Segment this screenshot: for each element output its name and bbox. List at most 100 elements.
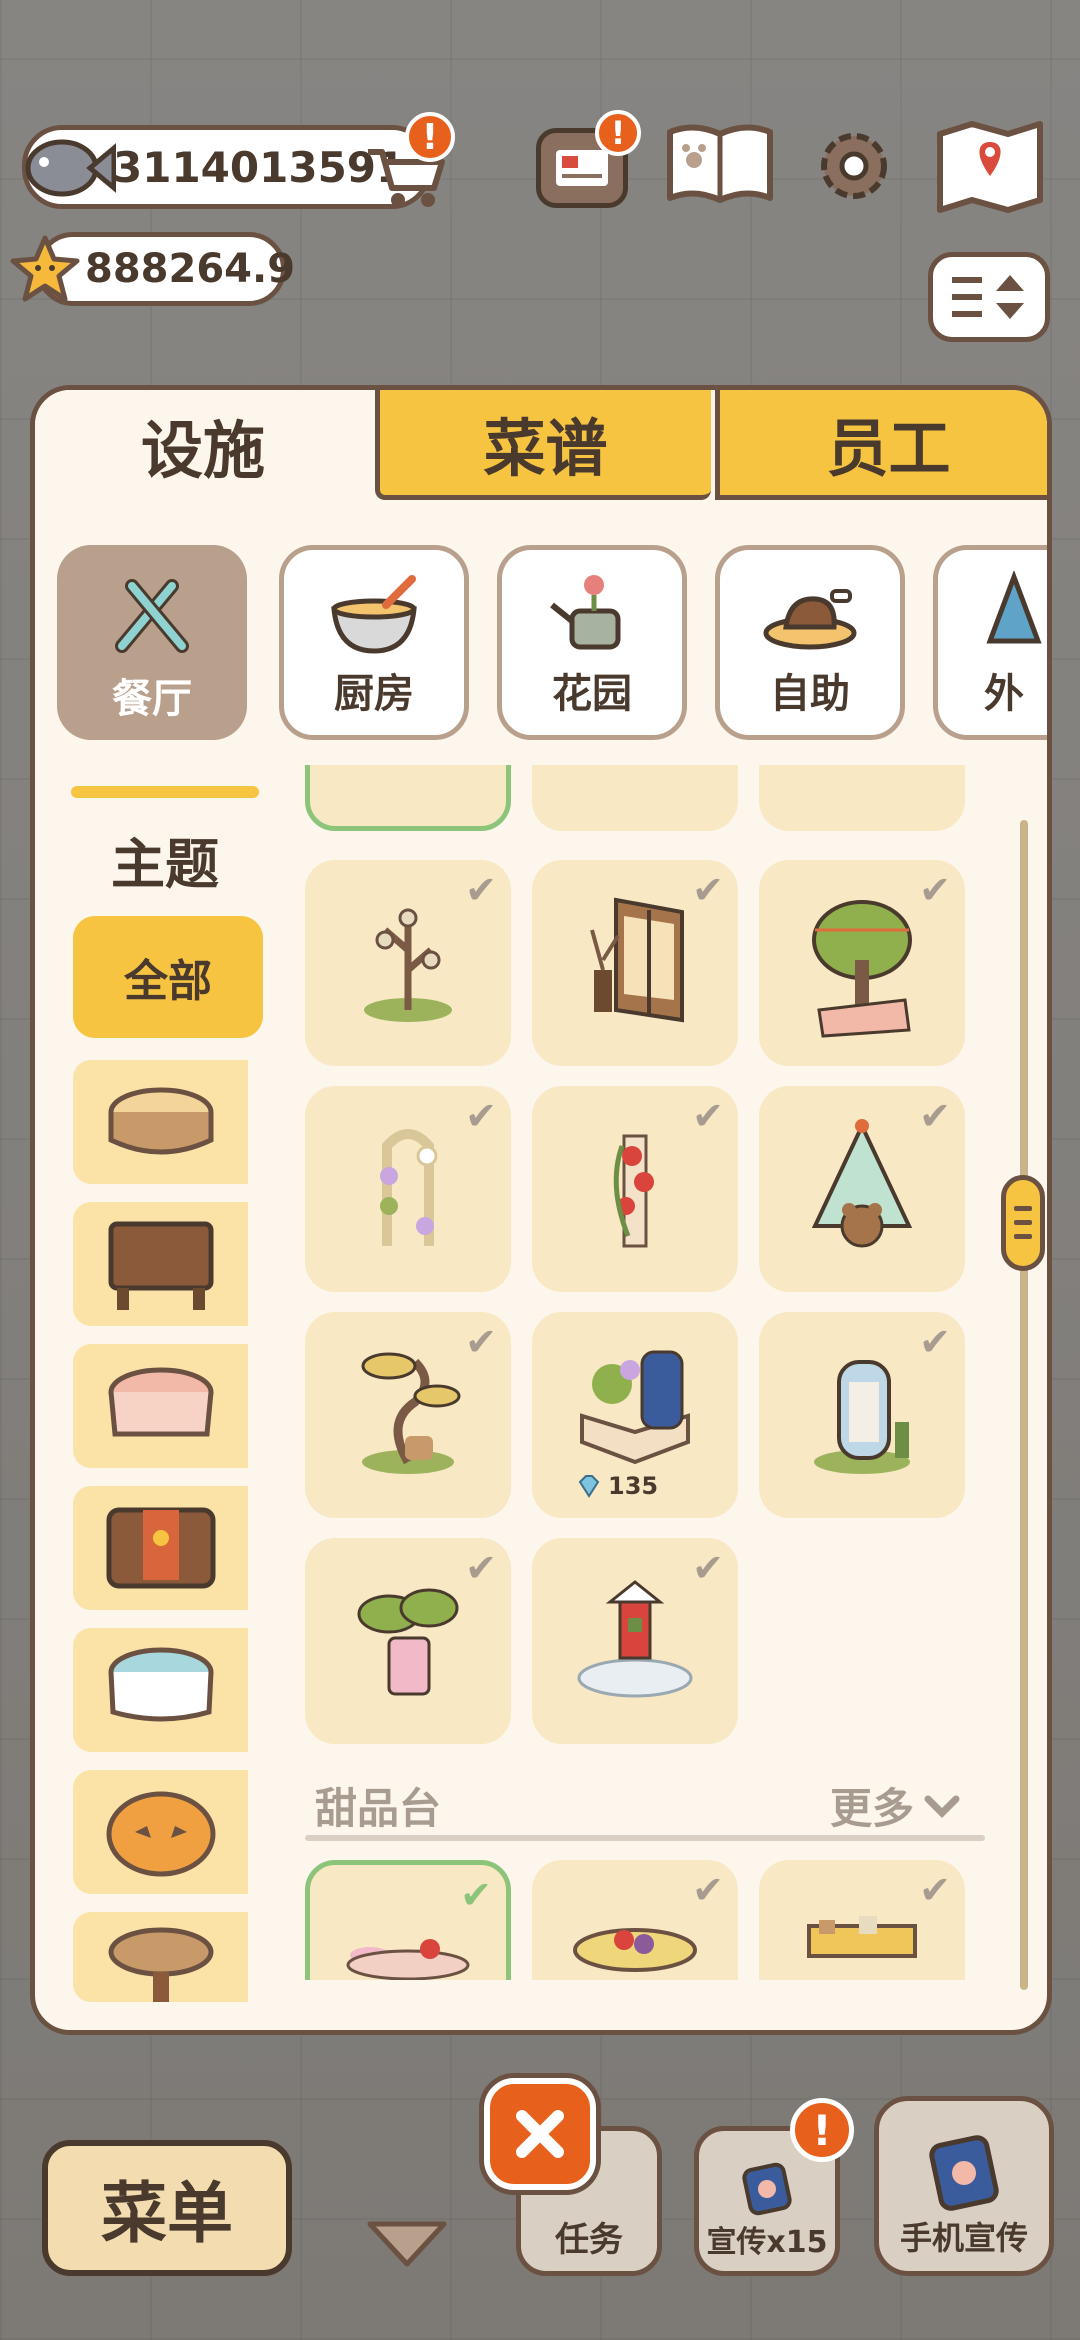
item-card-monstera-pot[interactable]: ✔ — [305, 1538, 511, 1744]
stump-table-icon — [108, 1087, 214, 1155]
selected-check-icon: ✔ — [460, 1873, 492, 1917]
gem-icon — [578, 1475, 600, 1498]
tab-recipes[interactable]: 菜谱 — [375, 390, 711, 500]
category-restaurant[interactable]: 餐厅 — [57, 545, 247, 740]
item-card-snowy-shrine[interactable]: ✔ — [532, 1538, 738, 1744]
item-card-bakery-counter[interactable]: ✔ — [759, 1860, 965, 1980]
category-restaurant-label: 餐厅 — [112, 676, 192, 722]
item-card-bunting-tree[interactable]: ✔ — [759, 860, 965, 1066]
theme-item-round-table[interactable] — [73, 1912, 248, 2002]
item-card-rose-pillar[interactable]: ✔ — [532, 1086, 738, 1292]
close-icon — [516, 2110, 564, 2158]
wooden-table-icon — [108, 1221, 214, 1310]
owned-check-icon: ✔ — [919, 1320, 951, 1364]
handbook-icon[interactable] — [664, 118, 776, 210]
scrollbar-thumb[interactable] — [1001, 1175, 1045, 1271]
sidebar-accent-bar — [71, 786, 259, 798]
item-card-folding-screen[interactable]: ✔ — [532, 860, 738, 1066]
item-card-partial-1[interactable] — [305, 765, 511, 831]
category-buffet[interactable]: 自助 — [715, 545, 905, 740]
category-kitchen-label: 厨房 — [334, 671, 414, 717]
chevron-down-icon — [924, 1795, 960, 1818]
item-card-storybook[interactable]: 135 — [532, 1312, 738, 1518]
phone-promo-button[interactable]: 手机宣传 — [874, 2096, 1054, 2276]
item-card-blue-gate[interactable]: ✔ — [759, 1312, 965, 1518]
task-label: 任务 — [555, 2220, 623, 2260]
owned-check-icon: ✔ — [692, 1546, 724, 1590]
tab-staff[interactable]: 员工 — [715, 390, 1047, 500]
settings-gear-icon[interactable] — [808, 120, 900, 212]
category-garden[interactable]: 花园 — [497, 545, 687, 740]
promo-alert-badge: ! — [790, 2098, 854, 2162]
section-title: 甜品台 — [315, 1784, 442, 1833]
checkered-table-icon — [108, 1367, 214, 1437]
outdoor-decor-icon — [986, 571, 1042, 644]
gem-price: 135 — [576, 1472, 658, 1500]
promo-label: 宣传x15 — [706, 2225, 828, 2260]
menu-button[interactable]: 菜单 — [42, 2140, 292, 2276]
fork-spoon-icon — [115, 579, 189, 653]
fish-icon — [18, 128, 117, 212]
sort-toggle-icon[interactable] — [928, 252, 1050, 342]
gem-price-value: 135 — [608, 1472, 659, 1500]
filter-all-label: 全部 — [124, 956, 212, 1007]
item-card-lantern-tree[interactable]: ✔ — [305, 860, 511, 1066]
theme-item-wood-table[interactable] — [73, 1202, 248, 1326]
owned-check-icon: ✔ — [919, 868, 951, 912]
owned-check-icon: ✔ — [465, 1320, 497, 1364]
theme-item-paw-table[interactable] — [73, 1486, 248, 1610]
promo-card-icon — [742, 2162, 792, 2216]
collapse-arrow-icon[interactable] — [362, 2214, 452, 2278]
tab-staff-label: 员工 — [826, 411, 951, 485]
item-card-partial-3[interactable] — [759, 765, 965, 831]
watering-can-icon — [550, 575, 621, 650]
item-card-fruit-stump[interactable]: ✔ — [532, 1860, 738, 1980]
filter-all-button[interactable]: 全部 — [73, 916, 263, 1038]
item-grid-region: ✔ ✔ ✔ ✔ ✔ ✔ ✔ 135 ✔ ✔ ✔ 甜品台 更多 ✔ ✔ ✔ — [285, 765, 1025, 1980]
paw-tablecloth-icon — [106, 1507, 216, 1589]
category-outside[interactable]: 外 — [933, 545, 1047, 740]
menu-label: 菜单 — [101, 2175, 233, 2252]
owned-check-icon: ✔ — [465, 1094, 497, 1138]
striped-table-icon — [108, 1647, 214, 1722]
owned-check-icon: ✔ — [692, 1868, 724, 1912]
phone-promo-label: 手机宣传 — [899, 2219, 1028, 2257]
item-card-bonsai-pine[interactable]: ✔ — [305, 1312, 511, 1518]
roast-dish-icon — [763, 589, 857, 650]
category-kitchen[interactable]: 厨房 — [279, 545, 469, 740]
close-button[interactable] — [484, 2078, 596, 2190]
owned-check-icon: ✔ — [465, 868, 497, 912]
owned-check-icon: ✔ — [919, 1094, 951, 1138]
theme-item-wood-stump[interactable] — [73, 1060, 248, 1184]
tab-recipes-label: 菜谱 — [483, 411, 608, 485]
section-divider — [305, 1835, 985, 1841]
mixing-bowl-icon — [331, 575, 417, 654]
theme-item-striped-table[interactable] — [73, 1628, 248, 1752]
theme-item-checkered-table[interactable] — [73, 1344, 248, 1468]
item-card-dessert-stand[interactable]: ✔ — [305, 1860, 511, 1980]
round-wood-table-icon — [108, 1927, 214, 2002]
owned-check-icon: ✔ — [465, 1546, 497, 1590]
item-card-bear-xmas-tree[interactable]: ✔ — [759, 1086, 965, 1292]
facility-panel: 设施 菜谱 员工 餐厅 厨房 花园 自助 外 主题 全部 ✔ ✔ ✔ ✔ ✔ ✔… — [30, 385, 1052, 2035]
star-amount: 888264.9 — [85, 246, 296, 292]
more-button[interactable]: 更多 — [830, 1775, 962, 1836]
item-card-flower-arch[interactable]: ✔ — [305, 1086, 511, 1292]
more-label: 更多 — [830, 1784, 915, 1833]
phone-promo-icon — [929, 2135, 999, 2211]
star-icon — [10, 234, 80, 308]
cart-alert-badge: ! — [405, 112, 455, 162]
owned-check-icon: ✔ — [919, 1868, 951, 1912]
sidebar-title: 主题 — [111, 833, 219, 896]
tab-facility[interactable]: 设施 — [35, 390, 371, 500]
scrollbar-track[interactable] — [1020, 820, 1028, 1990]
owned-check-icon: ✔ — [692, 868, 724, 912]
category-outside-label: 外 — [984, 671, 1024, 717]
theme-item-pumpkin[interactable] — [73, 1770, 248, 1894]
map-icon[interactable] — [934, 118, 1046, 214]
owned-check-icon: ✔ — [692, 1094, 724, 1138]
item-card-partial-2[interactable] — [532, 765, 738, 831]
pumpkin-icon — [106, 1791, 216, 1877]
tab-facility-label: 设施 — [140, 414, 265, 487]
category-buffet-label: 自助 — [770, 671, 850, 717]
